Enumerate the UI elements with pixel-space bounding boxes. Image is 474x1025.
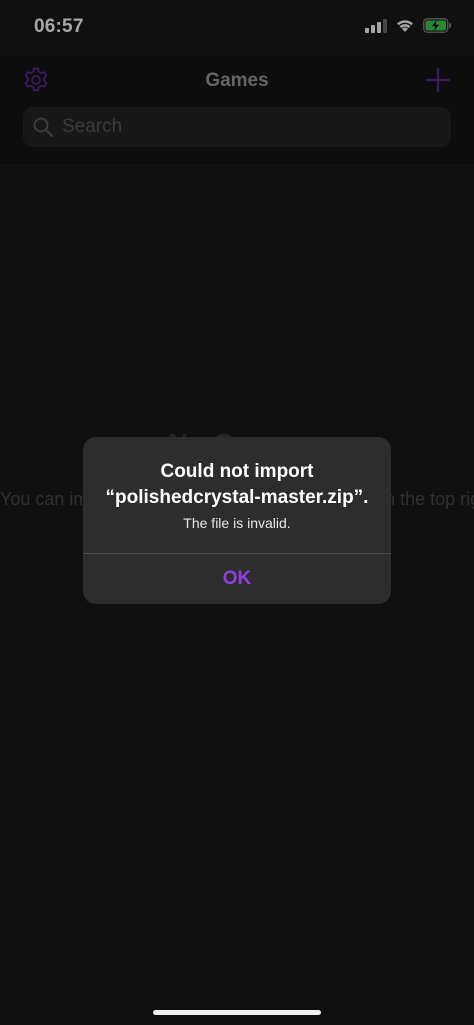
app-screen: 06:57 Games Search You can the top ri Co… <box>0 0 474 1025</box>
import-error-alert: Could not import “polishedcrystal-master… <box>83 437 391 604</box>
alert-message: The file is invalid. <box>183 515 291 531</box>
alert-title-line2: “polishedcrystal-master.zip”. <box>105 487 369 508</box>
alert-title-line1: Could not import <box>160 461 314 482</box>
home-indicator[interactable] <box>153 1010 321 1015</box>
alert-title: Could not import “polishedcrystal-master… <box>83 459 391 511</box>
ok-button[interactable]: OK <box>83 554 391 604</box>
